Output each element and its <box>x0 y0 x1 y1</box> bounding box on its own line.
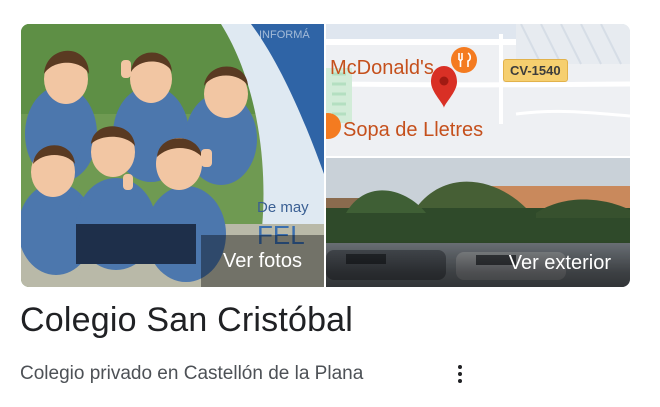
map-label-sopa-de-lletres: Sopa de Lletres <box>343 119 484 141</box>
view-exterior-label: Ver exterior <box>508 251 611 274</box>
street-view-tile[interactable]: Ver exterior <box>326 158 630 287</box>
road-label: CV-1540 <box>503 59 568 82</box>
restaurant-icon <box>451 47 477 73</box>
place-title: Colegio San Cristóbal <box>20 301 354 339</box>
view-photos-button[interactable]: Ver fotos <box>201 235 324 287</box>
main-photo-tile[interactable]: INFORMÁ De may FEL Ver fotos <box>21 24 324 287</box>
banner-text: INFORMÁ <box>259 28 310 41</box>
banner-text: De may <box>257 199 309 216</box>
place-category: Colegio privado en Castellón de la Plana <box>20 363 364 384</box>
map-tile[interactable]: McDonald's Sopa de Lletres CV-1540 <box>326 24 630 156</box>
map-label-mcdonalds: McDonald's <box>330 57 434 79</box>
view-exterior-button[interactable]: Ver exterior <box>326 239 630 287</box>
view-photos-label: Ver fotos <box>223 249 302 272</box>
more-vert-icon[interactable] <box>446 358 474 390</box>
